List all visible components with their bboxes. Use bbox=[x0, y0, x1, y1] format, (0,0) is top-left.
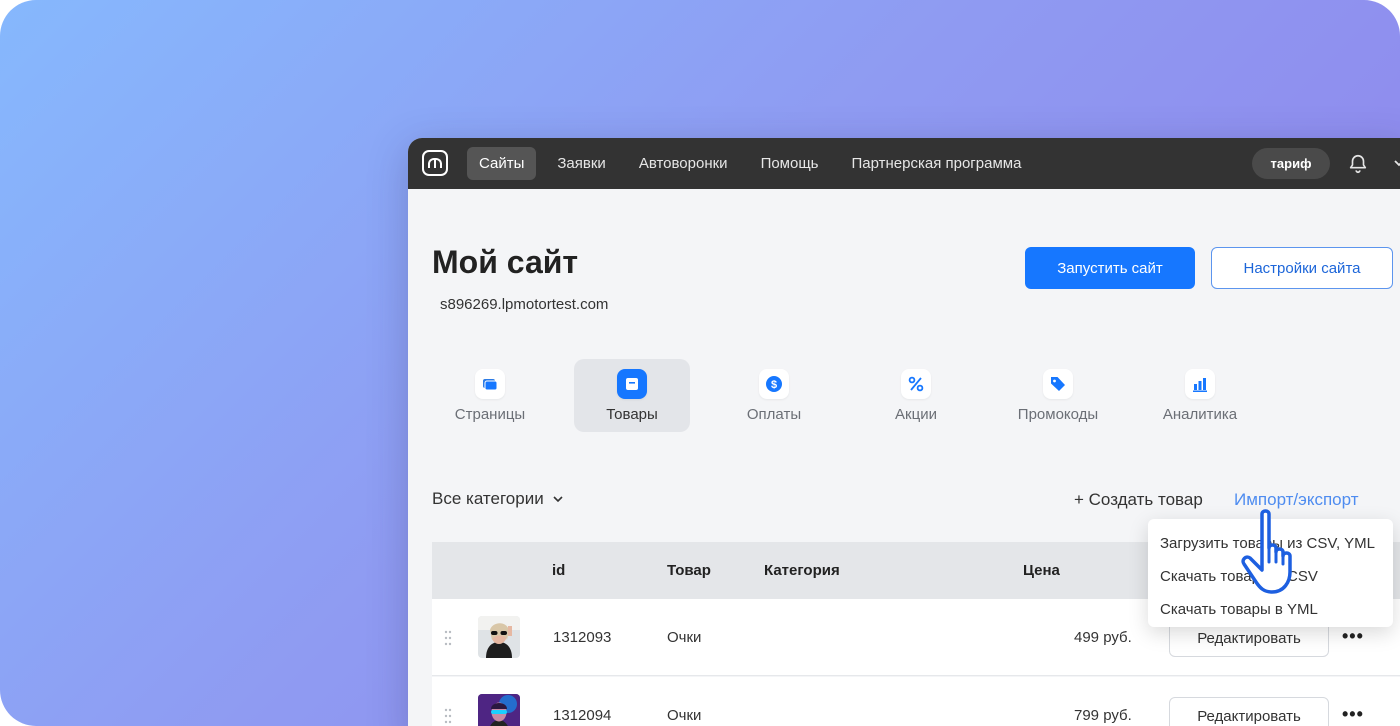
product-name: Очки bbox=[667, 707, 702, 724]
dollar-icon: $ bbox=[759, 369, 789, 399]
product-name: Очки bbox=[667, 629, 702, 646]
nav-item-requests[interactable]: Заявки bbox=[545, 147, 617, 180]
app-window: Сайты Заявки Автоворонки Помощь Партнерс… bbox=[408, 138, 1400, 726]
site-settings-button[interactable]: Настройки сайта bbox=[1211, 247, 1393, 289]
top-navigation: Сайты Заявки Автоворонки Помощь Партнерс… bbox=[408, 138, 1400, 189]
nav-item-partner[interactable]: Партнерская программа bbox=[840, 147, 1034, 180]
drag-handle-icon[interactable] bbox=[444, 630, 452, 646]
category-filter[interactable]: Все категории bbox=[432, 489, 564, 509]
nav-item-funnels[interactable]: Автоворонки bbox=[627, 147, 740, 180]
column-header-category[interactable]: Категория bbox=[764, 562, 840, 579]
bell-icon[interactable] bbox=[1347, 153, 1369, 175]
tab-products[interactable]: Товары bbox=[574, 359, 690, 432]
logo-icon[interactable] bbox=[422, 150, 448, 176]
more-options-icon[interactable]: ••• bbox=[1342, 704, 1364, 725]
column-header-product[interactable]: Товар bbox=[667, 562, 711, 579]
page-title: Мой сайт bbox=[432, 244, 579, 280]
tab-label: Товары bbox=[606, 406, 658, 423]
nav-menu: Сайты Заявки Автоворонки Помощь Партнерс… bbox=[467, 147, 1042, 180]
product-thumbnail bbox=[478, 616, 520, 658]
pages-icon bbox=[475, 369, 505, 399]
product-id: 1312093 bbox=[553, 629, 612, 646]
create-product-link[interactable]: + Создать товар bbox=[1074, 490, 1203, 510]
tariff-button[interactable]: тариф bbox=[1252, 148, 1330, 179]
menu-item-download-yml[interactable]: Скачать товары в YML bbox=[1148, 593, 1393, 626]
table-row: 1312094 Очки 799 руб. Редактировать ••• bbox=[432, 677, 1400, 726]
product-price: 799 руб. bbox=[1074, 707, 1132, 724]
site-url[interactable]: s896269.lpmotortest.com bbox=[440, 296, 608, 313]
tab-label: Страницы bbox=[454, 406, 526, 423]
column-header-price[interactable]: Цена bbox=[1023, 562, 1060, 579]
tag-icon bbox=[1043, 369, 1073, 399]
tab-label: Оплаты bbox=[746, 406, 802, 423]
category-filter-label: Все категории bbox=[432, 489, 544, 508]
drag-handle-icon[interactable] bbox=[444, 708, 452, 724]
tab-analytics[interactable]: Аналитика bbox=[1142, 359, 1258, 432]
tab-promocodes[interactable]: Промокоды bbox=[1000, 359, 1116, 432]
chevron-down-icon[interactable] bbox=[1392, 156, 1400, 170]
product-id: 1312094 bbox=[553, 707, 612, 724]
nav-item-sites[interactable]: Сайты bbox=[467, 147, 537, 180]
tab-promotions[interactable]: Акции bbox=[858, 359, 974, 432]
column-header-id[interactable]: id bbox=[552, 562, 565, 579]
tab-label: Акции bbox=[895, 406, 937, 423]
more-options-icon[interactable]: ••• bbox=[1342, 626, 1364, 647]
product-price: 499 руб. bbox=[1074, 629, 1132, 646]
percent-icon bbox=[901, 369, 931, 399]
launch-site-button[interactable]: Запустить сайт bbox=[1025, 247, 1195, 289]
svg-text:$: $ bbox=[771, 379, 777, 391]
tab-label: Промокоды bbox=[1017, 406, 1099, 423]
hand-cursor-icon bbox=[1241, 509, 1292, 594]
tab-pages[interactable]: Страницы bbox=[432, 359, 548, 432]
tab-label: Аналитика bbox=[1162, 406, 1238, 423]
edit-product-button[interactable]: Редактировать bbox=[1169, 697, 1329, 726]
chart-icon bbox=[1185, 369, 1215, 399]
tab-payments[interactable]: $ Оплаты bbox=[716, 359, 832, 432]
nav-item-help[interactable]: Помощь bbox=[749, 147, 831, 180]
chevron-down-icon bbox=[553, 496, 563, 503]
products-icon bbox=[617, 369, 647, 399]
product-thumbnail bbox=[478, 694, 520, 726]
